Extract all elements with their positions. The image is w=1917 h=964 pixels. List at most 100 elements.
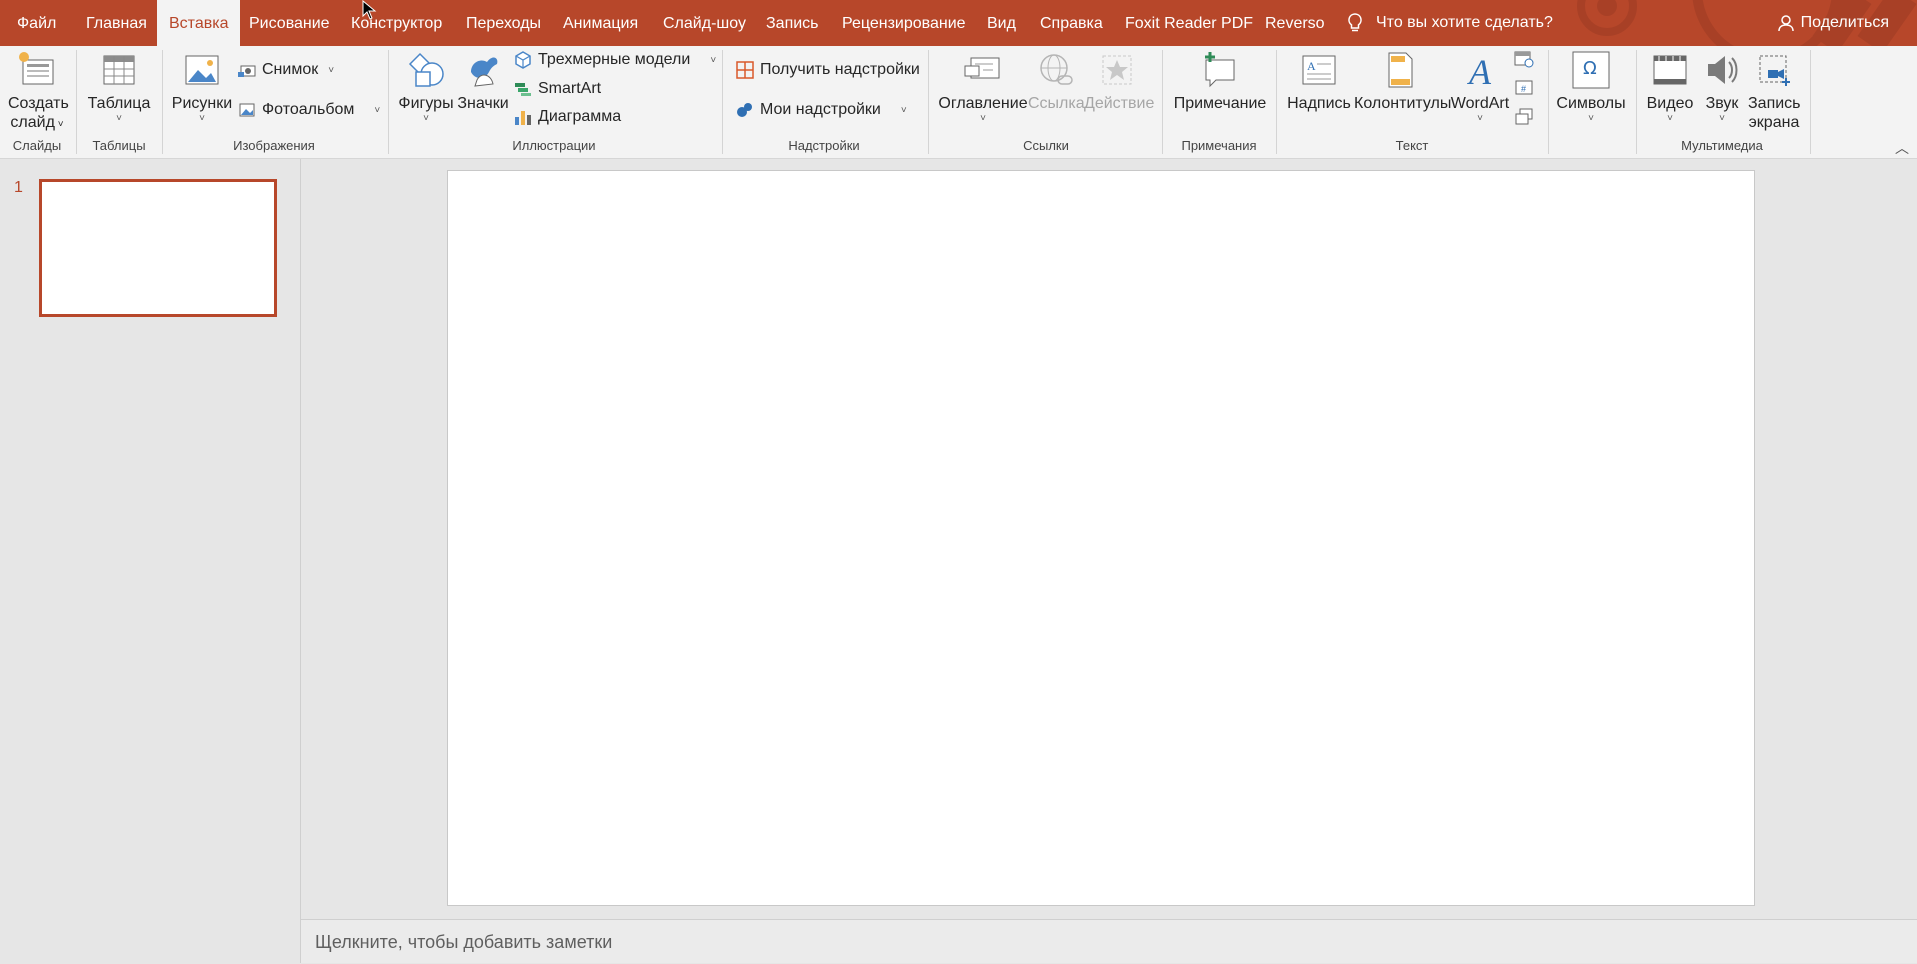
photo-album-label: Фотоальбом (262, 101, 355, 118)
tab-record[interactable]: Запись (766, 0, 819, 46)
chevron-down-icon: ˅ (1588, 113, 1594, 124)
group-label-comments: Примечания (1181, 138, 1257, 153)
group-separator (928, 50, 929, 154)
share-label: Поделиться (1800, 14, 1889, 31)
comment-label: Примечание (1173, 95, 1267, 112)
screenshot-label: Снимок (262, 61, 319, 78)
date-time-icon[interactable] (1514, 50, 1534, 68)
tab-file[interactable]: Файл (17, 0, 56, 46)
link-label: Ссылка (1028, 95, 1085, 112)
icons-label: Значки (457, 95, 509, 112)
object-icon[interactable] (1514, 108, 1534, 126)
group-label-links: Ссылки (1023, 138, 1069, 153)
svg-text:Ω: Ω (1583, 58, 1597, 79)
svg-text:A: A (1467, 52, 1492, 90)
header-footer-icon (1388, 52, 1413, 88)
group-separator (1548, 50, 1549, 154)
mouse-cursor-icon (362, 0, 377, 20)
ribbon-insert: Создать слайд ˅ Слайды Таблица ˅ Таблицы… (0, 46, 1917, 159)
chevron-down-icon: ˅ (374, 104, 381, 116)
my-addins-icon (737, 103, 752, 117)
video-icon (1653, 55, 1687, 85)
table-button[interactable]: Таблица ˅ (86, 50, 152, 125)
video-button[interactable]: Видео ˅ (1644, 50, 1696, 125)
chart-button[interactable]: Диаграмма (514, 105, 621, 129)
chevron-down-icon: ˅ (328, 64, 335, 76)
3d-models-button[interactable]: Трехмерные модели ˅ (514, 48, 716, 72)
svg-text:A: A (1307, 59, 1316, 73)
tab-slideshow[interactable]: Слайд-шоу (663, 0, 746, 46)
pictures-icon (185, 55, 219, 85)
tab-review[interactable]: Рецензирование (842, 0, 966, 46)
star-action-icon (1102, 55, 1132, 85)
chevron-down-icon: ˅ (1477, 113, 1483, 124)
share-button[interactable]: Поделиться (1777, 0, 1889, 46)
screen-recording-button[interactable]: Запись экрана (1748, 50, 1801, 132)
table-label: Таблица (87, 95, 151, 112)
zoom-button[interactable]: Оглавление ˅ (938, 50, 1028, 125)
pictures-button[interactable]: Рисунки ˅ (170, 50, 234, 125)
new-slide-button[interactable]: Создать слайд ˅ (8, 50, 69, 134)
audio-label: Звук (1705, 95, 1739, 112)
shapes-button[interactable]: Фигуры ˅ (398, 50, 454, 125)
table-icon (103, 55, 135, 85)
collapse-ribbon-icon[interactable]: ︿ (1895, 138, 1909, 158)
group-label-illustrations: Иллюстрации (512, 138, 596, 153)
tab-help[interactable]: Справка (1040, 0, 1103, 46)
icons-button[interactable]: Значки (456, 50, 510, 113)
group-label-text: Текст (1395, 138, 1429, 153)
wordart-icon: A (1467, 52, 1492, 90)
comment-icon (1205, 52, 1235, 88)
globe-link-icon (1040, 54, 1073, 85)
lightbulb-icon (1348, 13, 1362, 32)
chart-label: Диаграмма (538, 108, 622, 125)
slide-canvas[interactable] (447, 170, 1755, 906)
get-addins-button[interactable]: Получить надстройки (736, 58, 920, 82)
slide-thumbnail[interactable] (39, 179, 277, 317)
tell-me-search[interactable]: Что вы хотите сделать? (1346, 0, 1553, 46)
tab-transitions[interactable]: Переходы (466, 0, 541, 46)
pictures-label: Рисунки (171, 95, 233, 112)
smartart-button[interactable]: SmartArt (514, 77, 601, 101)
my-addins-button[interactable]: Мои надстройки ˅ (736, 98, 907, 122)
chevron-down-icon: ˅ (710, 54, 717, 66)
audio-button[interactable]: Звук ˅ (1698, 50, 1746, 125)
tab-foxit-reader-pdf[interactable]: Foxit Reader PDF (1125, 0, 1253, 46)
symbols-label: Символы (1556, 95, 1626, 112)
get-addins-label: Получить надстройки (760, 61, 920, 78)
new-slide-label-1: Создать (8, 95, 69, 112)
photo-album-button[interactable]: Фотоальбом ˅ (238, 98, 380, 122)
shapes-label: Фигуры (398, 95, 454, 112)
symbols-button[interactable]: Ω Символы ˅ (1556, 50, 1626, 125)
slide-number: 1 (14, 179, 23, 196)
chevron-down-icon: ˅ (54, 119, 64, 130)
tab-reverso[interactable]: Reverso (1265, 0, 1325, 46)
screenshot-button[interactable]: Снимок ˅ (238, 58, 334, 82)
wordart-button[interactable]: A WordArt ˅ (1448, 50, 1512, 125)
tab-insert[interactable]: Вставка (157, 0, 241, 46)
textbox-button[interactable]: A Надпись (1286, 50, 1352, 113)
tab-home[interactable]: Главная (86, 0, 147, 46)
tab-view[interactable]: Вид (987, 0, 1016, 46)
3d-models-label: Трехмерные модели (538, 51, 691, 68)
my-addins-label: Мои надстройки (760, 101, 881, 118)
tab-animations[interactable]: Анимация (563, 0, 638, 46)
chart-icon (515, 111, 531, 125)
slide-number-icon[interactable]: # (1514, 79, 1534, 97)
notes-pane[interactable]: Щелкните, чтобы добавить заметки (301, 919, 1917, 963)
action-button[interactable]: Действие (1084, 50, 1154, 113)
chevron-down-icon: ˅ (1719, 113, 1725, 124)
video-label: Видео (1646, 95, 1694, 112)
group-separator (388, 50, 389, 154)
group-separator (162, 50, 163, 154)
omega-icon: Ω (1572, 51, 1610, 89)
tab-draw[interactable]: Рисование (249, 0, 330, 46)
group-label-tables: Таблицы (92, 138, 146, 153)
screen-recording-label-2: экрана (1748, 114, 1800, 131)
group-separator (1162, 50, 1163, 154)
comment-button[interactable]: Примечание (1172, 50, 1268, 113)
link-button[interactable]: Ссылка (1028, 50, 1085, 113)
wordart-label: WordArt (1450, 95, 1510, 112)
header-footer-button[interactable]: Колонтитулы (1354, 50, 1451, 113)
group-label-addins: Надстройки (788, 138, 860, 153)
